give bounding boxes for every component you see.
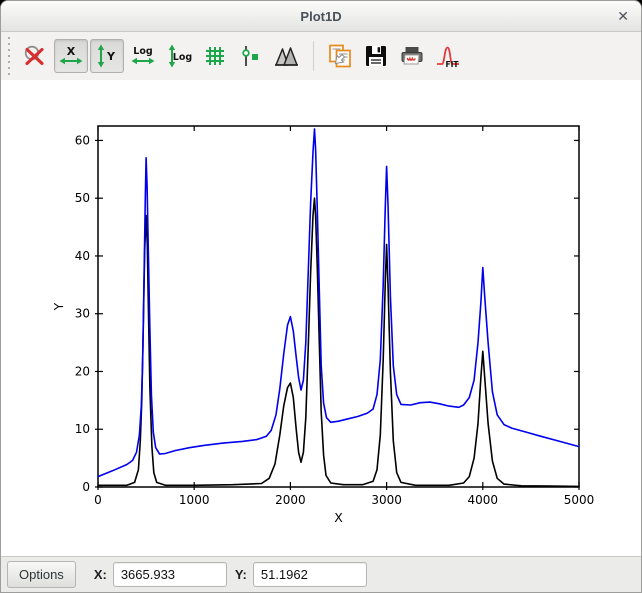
- svg-text:Y: Y: [106, 50, 116, 63]
- y-coordinate-field[interactable]: [253, 562, 367, 587]
- x-tick-label: 4000: [468, 493, 499, 507]
- svg-text:FIT: FIT: [445, 60, 459, 69]
- fit-button[interactable]: FIT: [431, 39, 465, 73]
- black-curve: [98, 198, 579, 486]
- grid-button[interactable]: [198, 39, 232, 73]
- zoom-reset-icon: [22, 43, 48, 69]
- zoom-reset-button[interactable]: [18, 39, 52, 73]
- print-icon: [399, 43, 425, 69]
- y-autoscale-button[interactable]: Y: [90, 39, 124, 73]
- x-autoscale-icon: X: [58, 43, 84, 69]
- svg-text:Log: Log: [133, 46, 152, 57]
- titlebar[interactable]: Plot1D ✕: [1, 1, 641, 32]
- toolbar-drag-handle[interactable]: [7, 37, 11, 75]
- toggle-fill-icon: [274, 43, 300, 69]
- copy-to-clipboard-button[interactable]: [323, 39, 357, 73]
- y-tick-label: 10: [75, 422, 90, 436]
- axes-frame: [98, 126, 579, 487]
- statusbar: Options X: Y:: [1, 556, 641, 592]
- y-autoscale-icon: Y: [94, 43, 120, 69]
- svg-text:X: X: [67, 45, 76, 58]
- plot-canvas[interactable]: 0 1000 2000 3000 4000 5000 0 10 20 30 40 50 60 X Y: [1, 80, 641, 556]
- fit-icon: FIT: [435, 43, 461, 69]
- y-tick-label: 20: [75, 364, 90, 378]
- print-button[interactable]: [395, 39, 429, 73]
- save-button[interactable]: [359, 39, 393, 73]
- plot1d-window: Plot1D ✕ X Y: [0, 0, 642, 593]
- y-log-button[interactable]: Log: [162, 39, 196, 73]
- x-tick-label: 1000: [179, 493, 210, 507]
- y-log-icon: Log: [166, 43, 192, 69]
- svg-text:Log: Log: [173, 52, 192, 63]
- y-tick-label: 30: [75, 307, 90, 321]
- plot-svg: 0 1000 2000 3000 4000 5000 0 10 20 30 40 50 60 X Y: [1, 80, 642, 557]
- toolbar-separator: [313, 41, 314, 71]
- y-tick-label: 50: [75, 191, 90, 205]
- y-tick-label: 0: [82, 480, 90, 494]
- x-log-button[interactable]: Log: [126, 39, 160, 73]
- y-coordinate-label: Y:: [235, 567, 247, 582]
- blue-curve: [98, 129, 579, 477]
- y-axis-label: Y: [51, 302, 66, 311]
- copy-to-clipboard-icon: [327, 43, 353, 69]
- x-tick-label: 2000: [275, 493, 306, 507]
- x-tick-label: 3000: [371, 493, 402, 507]
- x-coordinate-field[interactable]: [113, 562, 227, 587]
- x-log-icon: Log: [130, 43, 156, 69]
- x-autoscale-button[interactable]: X: [54, 39, 88, 73]
- grid-icon: [202, 43, 228, 69]
- y-tick-label: 60: [75, 133, 90, 147]
- close-button[interactable]: ✕: [617, 1, 629, 31]
- toolbar: X Y Log: [1, 32, 641, 80]
- toggle-points-icon: [238, 43, 264, 69]
- save-icon: [363, 43, 389, 69]
- options-button[interactable]: Options: [7, 561, 76, 588]
- toggle-points-button[interactable]: [234, 39, 268, 73]
- y-tick-label: 40: [75, 249, 90, 263]
- x-tick-label: 5000: [564, 493, 595, 507]
- x-tick-label: 0: [94, 493, 102, 507]
- toggle-fill-button[interactable]: [270, 39, 304, 73]
- x-axis-label: X: [334, 510, 343, 525]
- window-title: Plot1D: [300, 9, 341, 24]
- x-coordinate-label: X:: [94, 567, 107, 582]
